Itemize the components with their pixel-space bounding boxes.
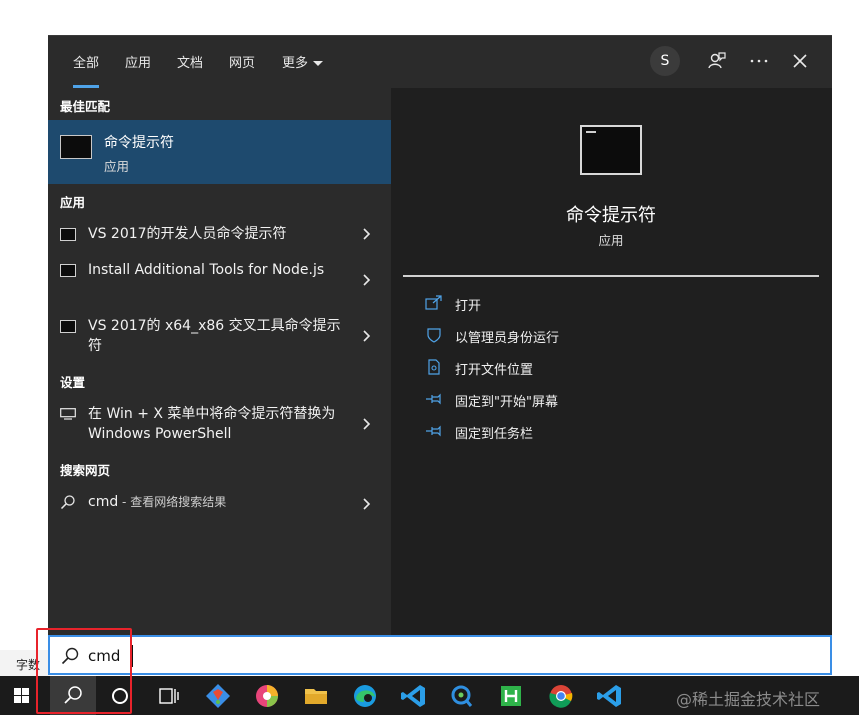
- chevron-right-icon[interactable]: [360, 496, 372, 512]
- action-run-as-admin-label: 以管理员身份运行: [455, 331, 560, 346]
- action-open-file-location-label: 打开文件位置: [455, 363, 534, 378]
- best-match-subtitle: 应用: [104, 159, 130, 174]
- app-result-label: Install Additional Tools for Node.js: [88, 262, 325, 278]
- open-icon: [425, 295, 442, 310]
- section-apps: 应用: [60, 195, 86, 210]
- windows-start-icon[interactable]: [2, 680, 40, 712]
- task-view-icon[interactable]: [149, 680, 187, 712]
- chevron-right-icon[interactable]: [360, 226, 372, 242]
- section-best-match: 最佳匹配: [60, 99, 111, 114]
- command-prompt-icon: [60, 320, 76, 333]
- chromium-app-icon[interactable]: [248, 680, 286, 712]
- more-options-icon[interactable]: [748, 50, 770, 72]
- chevron-right-icon[interactable]: [360, 416, 372, 432]
- action-pin-to-start[interactable]: 固定到"开始"屏幕: [425, 389, 805, 411]
- app-icon[interactable]: [443, 680, 481, 712]
- chevron-down-icon: [313, 61, 324, 66]
- search-icon: [60, 495, 75, 510]
- section-web-search: 搜索网页: [60, 463, 111, 478]
- web-search-result[interactable]: cmd - 查看网络搜索结果: [48, 486, 391, 520]
- app-result-label: VS 2017的 x64_x86 交叉工具命令提示符: [88, 318, 341, 354]
- start-search-panel: 全部 应用 文档 网页 更多 S 最佳匹配 命令提示符 应用 应用 VS 201…: [48, 35, 832, 636]
- watermark-text: @稀土掘金技术社区: [676, 690, 821, 709]
- file-location-icon: [428, 359, 440, 375]
- preview-divider: [403, 275, 819, 277]
- tab-all[interactable]: 全部: [73, 52, 100, 88]
- tab-web[interactable]: 网页: [229, 52, 255, 88]
- chevron-right-icon[interactable]: [360, 328, 372, 344]
- git-app-icon[interactable]: [199, 680, 237, 712]
- action-pin-to-taskbar[interactable]: 固定到任务栏: [425, 421, 805, 443]
- web-search-label: cmd - 查看网络搜索结果: [88, 492, 348, 512]
- command-prompt-large-icon: [580, 125, 642, 175]
- settings-result-label: 在 Win + X 菜单中将命令提示符替换为 Windows PowerShel…: [88, 406, 336, 442]
- feedback-icon[interactable]: [705, 50, 727, 72]
- app-result-vs-dev-prompt[interactable]: VS 2017的开发人员命令提示符: [48, 216, 391, 252]
- web-search-suffix: - 查看网络搜索结果: [118, 495, 227, 509]
- action-open-label: 打开: [455, 299, 482, 314]
- tab-more[interactable]: 更多: [282, 52, 324, 88]
- highlight-annotation-box: [36, 628, 132, 714]
- best-match-title: 命令提示符: [104, 135, 174, 151]
- results-list: 最佳匹配 命令提示符 应用 应用 VS 2017的开发人员命令提示符 Insta…: [48, 88, 391, 636]
- chrome-icon[interactable]: [542, 680, 580, 712]
- command-prompt-icon: [60, 135, 92, 159]
- pin-icon: [426, 425, 441, 437]
- vscode-icon[interactable]: [591, 680, 629, 712]
- command-prompt-icon: [60, 264, 76, 277]
- action-pin-to-taskbar-label: 固定到任务栏: [455, 427, 534, 442]
- web-search-query: cmd: [88, 494, 119, 510]
- action-open[interactable]: 打开: [425, 293, 805, 315]
- search-tabs: 全部 应用 文档 网页 更多 S: [48, 36, 832, 88]
- tab-more-label: 更多: [282, 56, 309, 71]
- avatar[interactable]: S: [650, 46, 680, 76]
- hbuilder-icon[interactable]: [492, 680, 530, 712]
- display-settings-icon: [60, 408, 76, 420]
- best-match-item[interactable]: 命令提示符 应用: [48, 120, 391, 184]
- tab-apps[interactable]: 应用: [125, 52, 151, 88]
- edge-icon[interactable]: [346, 680, 384, 712]
- action-pin-to-start-label: 固定到"开始"屏幕: [455, 395, 558, 410]
- command-prompt-icon: [60, 228, 76, 241]
- tab-documents[interactable]: 文档: [177, 52, 203, 88]
- chevron-right-icon[interactable]: [360, 272, 372, 288]
- settings-result-winx[interactable]: 在 Win + X 菜单中将命令提示符替换为 Windows PowerShel…: [48, 402, 391, 452]
- vscode-icon[interactable]: [395, 680, 433, 712]
- text-cursor: [132, 645, 133, 667]
- action-open-file-location[interactable]: 打开文件位置: [425, 357, 805, 379]
- close-icon[interactable]: [789, 50, 811, 72]
- search-box[interactable]: cmd: [48, 635, 832, 675]
- app-result-label: VS 2017的开发人员命令提示符: [88, 226, 287, 242]
- pin-icon: [426, 393, 441, 405]
- action-run-as-admin[interactable]: 以管理员身份运行: [425, 325, 805, 347]
- preview-title: 命令提示符: [566, 205, 656, 226]
- section-settings: 设置: [60, 375, 86, 390]
- file-explorer-icon[interactable]: [297, 680, 335, 712]
- app-result-vs-cross-prompt[interactable]: VS 2017的 x64_x86 交叉工具命令提示符: [48, 314, 391, 364]
- preview-pane: 命令提示符 应用 打开 以管理员身份运行 打开文件位置 固定到"开始"屏幕 固定…: [403, 100, 819, 636]
- shield-icon: [427, 328, 441, 343]
- app-result-node-tools[interactable]: Install Additional Tools for Node.js: [48, 258, 391, 308]
- preview-subtitle: 应用: [598, 233, 624, 248]
